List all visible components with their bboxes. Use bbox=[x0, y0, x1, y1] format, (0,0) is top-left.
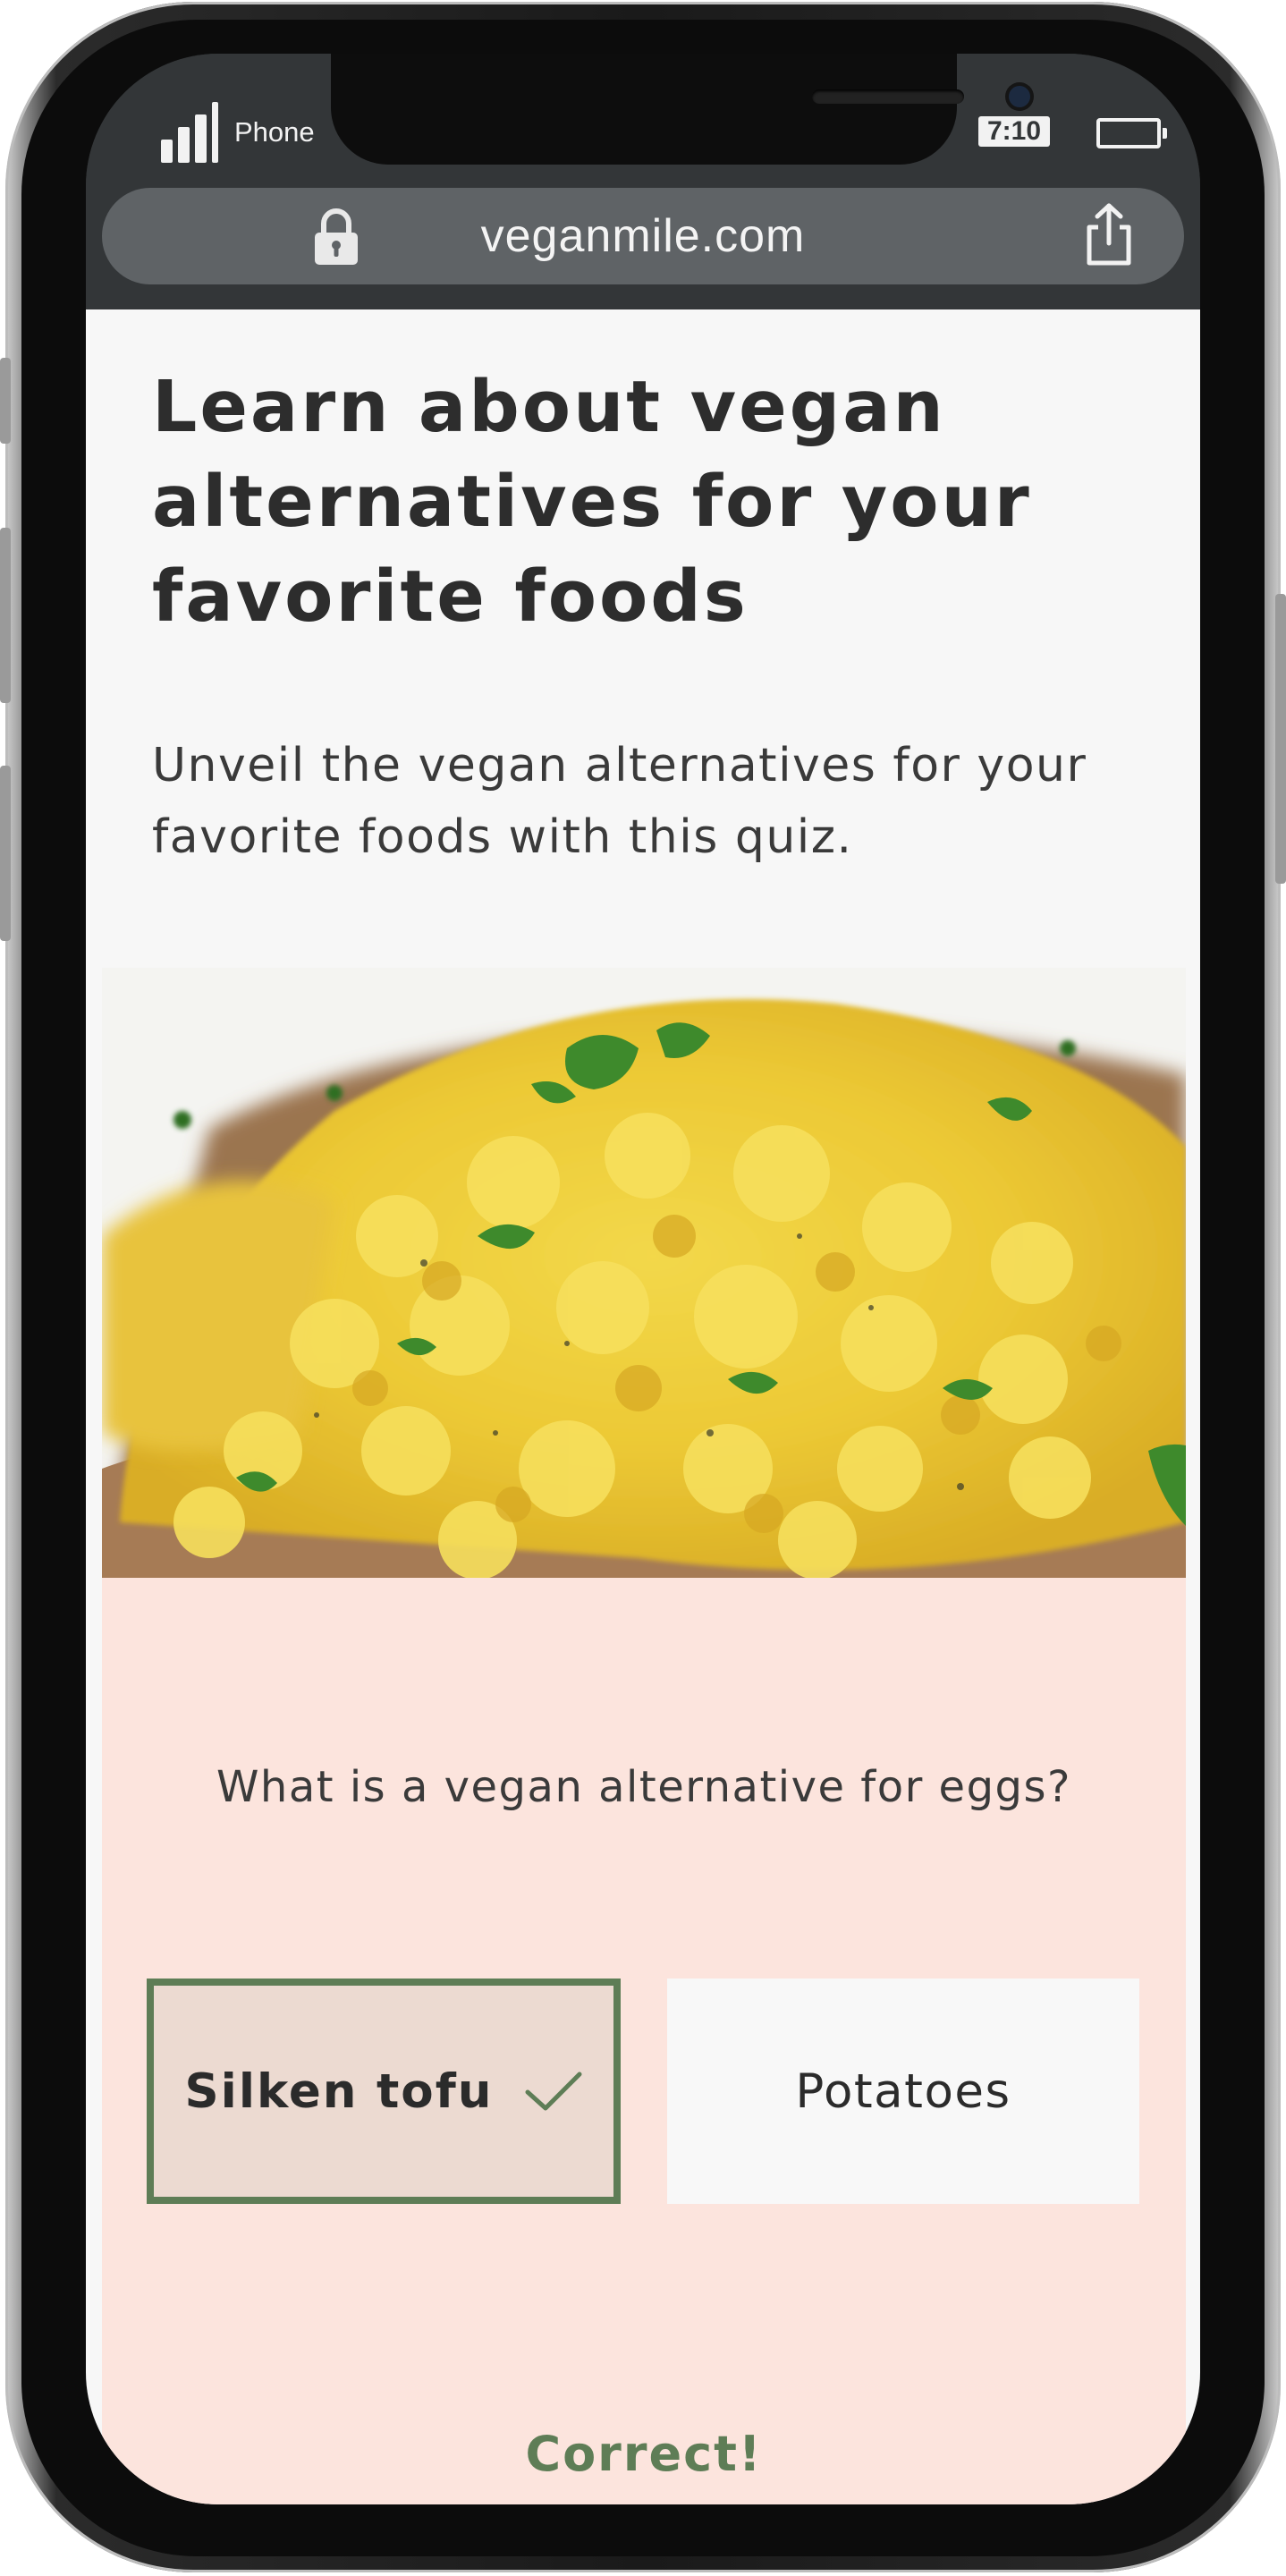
answer-feedback: Correct! bbox=[525, 2426, 763, 2482]
notch bbox=[331, 54, 1030, 165]
checkmark-icon bbox=[525, 2072, 581, 2111]
signal-strength-icon bbox=[161, 102, 218, 163]
mute-switch bbox=[0, 358, 11, 444]
page-title: Learn about vegan alternatives for your … bbox=[152, 366, 1032, 638]
carrier-label: Phone bbox=[234, 116, 315, 148]
volume-up-button bbox=[0, 528, 11, 703]
page-intro: Unveil the vegan alternatives for your f… bbox=[152, 739, 1087, 864]
share-icon[interactable] bbox=[1082, 202, 1136, 267]
answer-label: Potatoes bbox=[795, 2063, 1011, 2119]
power-button bbox=[1275, 594, 1286, 884]
web-page: Learn about vegan alternatives for your … bbox=[86, 309, 1200, 2504]
answer-label: Silken tofu bbox=[184, 2063, 494, 2119]
quiz-question: What is a vegan alternative for eggs? bbox=[216, 1762, 1072, 1812]
phone-screen: Phone 7:10 veganmile.com Learn about veg… bbox=[86, 54, 1200, 2504]
volume-down-button bbox=[0, 766, 11, 941]
status-time: 7:10 bbox=[978, 116, 1050, 147]
speaker-grille bbox=[812, 89, 964, 104]
lock-icon bbox=[315, 208, 358, 265]
quiz-card: What is a vegan alternative for eggs? Si… bbox=[102, 1578, 1186, 2504]
answer-option-silken-tofu[interactable]: Silken tofu bbox=[147, 1979, 621, 2204]
front-camera bbox=[1009, 86, 1030, 107]
battery-icon bbox=[1096, 118, 1167, 148]
address-bar[interactable]: veganmile.com bbox=[102, 188, 1184, 284]
status-bar: Phone 7:10 bbox=[86, 54, 1200, 188]
answer-option-potatoes[interactable]: Potatoes bbox=[667, 1979, 1139, 2204]
url-text[interactable]: veganmile.com bbox=[102, 188, 1184, 284]
scrambled-tofu-image bbox=[102, 968, 1186, 1578]
